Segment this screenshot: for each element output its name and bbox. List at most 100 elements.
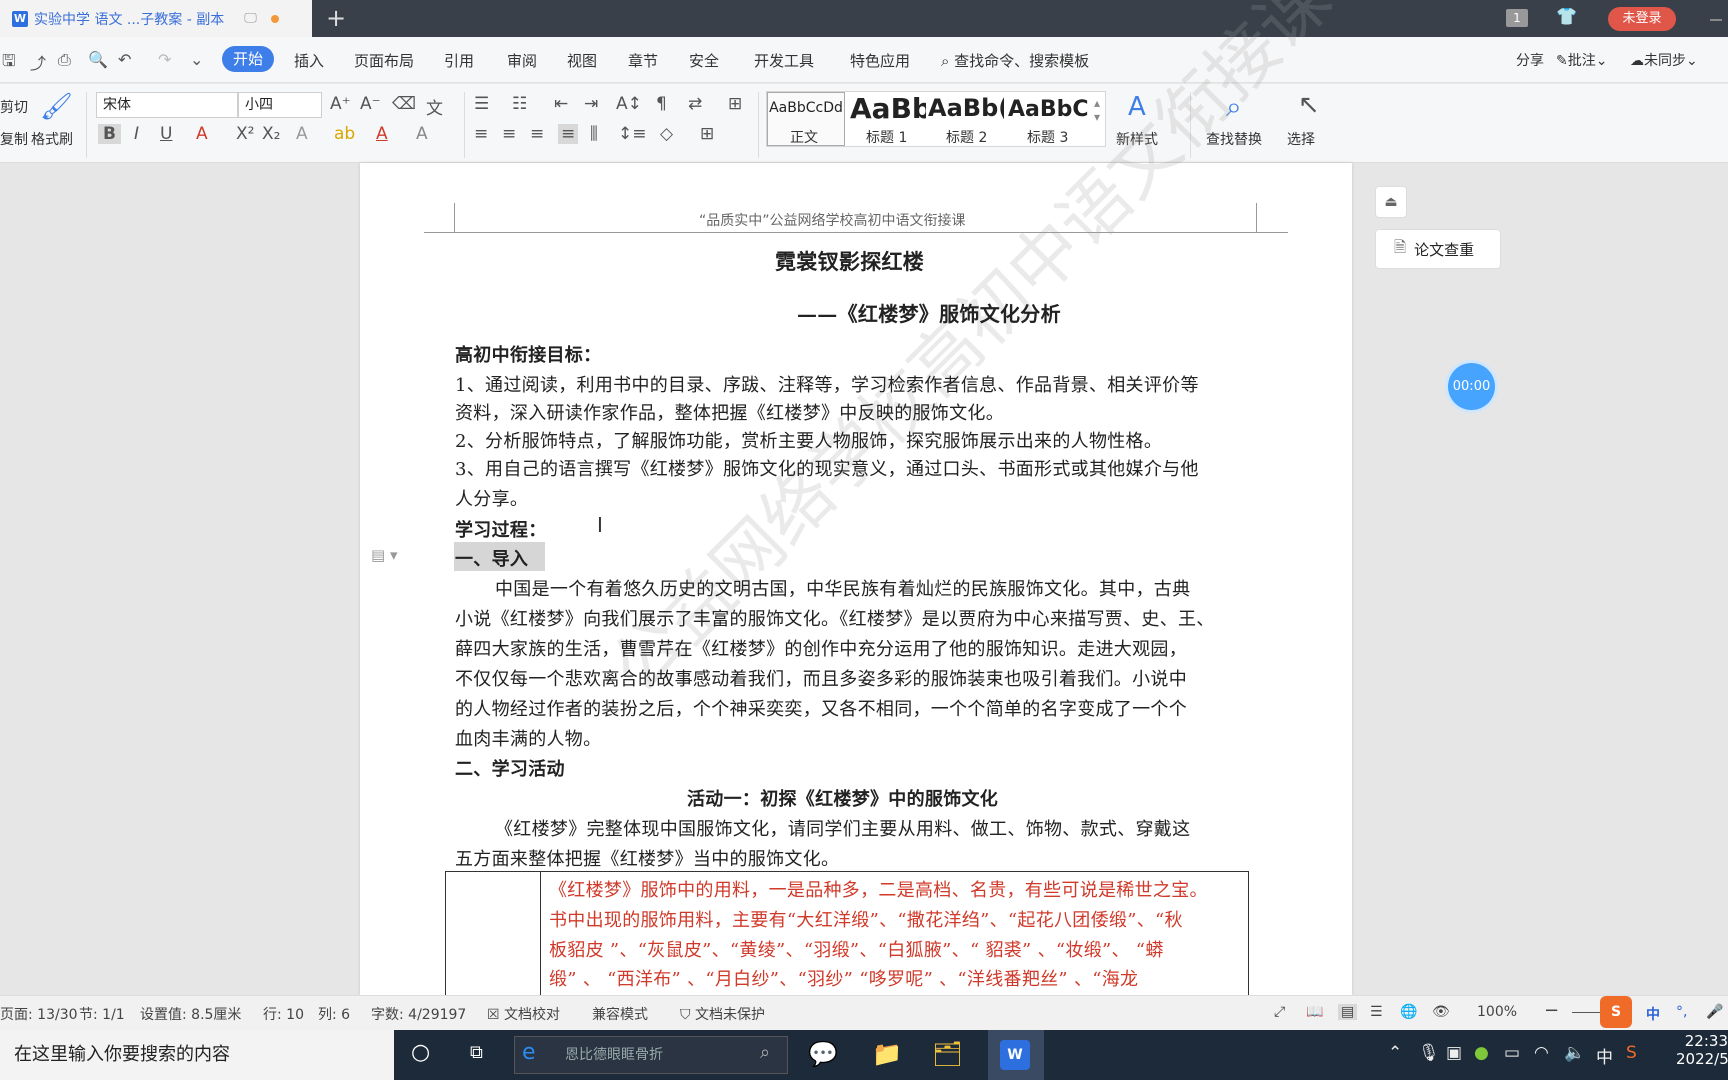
text-effect-icon[interactable]: A [296,124,308,144]
style-h3-preview[interactable]: AaBbC( [1008,97,1090,122]
paper-check-button[interactable]: 🗎 论文查重 [1375,229,1501,269]
font-family-select[interactable]: 宋体 [96,92,238,118]
style-normal-preview[interactable]: AaBbCcDd [768,100,844,116]
command-search[interactable]: ⌕ 查找命令、搜索模板 [941,50,1089,71]
select-label[interactable]: 选择 [1287,129,1315,149]
zoom-slider[interactable] [1572,1012,1602,1013]
tray-expand-icon[interactable]: ⌃ [1388,1043,1402,1063]
style-h3-label[interactable]: 标题 3 [1027,127,1068,147]
export-icon[interactable]: ⤴ [30,50,46,74]
show-marks-icon[interactable]: ¶ [656,94,667,114]
web-view-icon[interactable]: 🌐 [1400,1004,1417,1020]
wifi-icon[interactable]: ◠ [1534,1043,1549,1063]
menu-special[interactable]: 特色应用 [850,50,910,71]
print-preview-icon[interactable]: 🔍 [88,50,108,69]
more-quick-access-icon[interactable]: ⌄ [190,50,203,69]
volume-icon[interactable]: 🔈 [1564,1043,1585,1063]
task-view-icon[interactable]: ⧉ [470,1042,483,1063]
select-cursor-icon[interactable]: ↖ [1298,90,1320,120]
italic-icon[interactable]: I [134,124,139,144]
collapse-panel-button[interactable]: ⏏ [1375,186,1407,218]
font-size-select[interactable]: 小四 [238,92,322,118]
ime-punct-icon[interactable]: °, [1676,1004,1687,1020]
cut-button[interactable]: 剪切 [0,97,28,117]
copy-button[interactable]: 复制 [0,129,28,149]
align-left-icon[interactable]: ≡ [474,124,488,144]
ime-mic-icon[interactable]: 🎤 [1706,1004,1723,1020]
minimize-button[interactable] [1710,19,1722,21]
protect-status[interactable]: ⛉ 文档未保护 [680,1004,765,1024]
shading-icon[interactable]: ◇ [660,124,673,144]
sogou-tray-icon[interactable]: S [1626,1043,1637,1063]
style-h1-preview[interactable]: AaBb [850,92,926,125]
undo-icon[interactable]: ↶ [118,50,131,69]
monitor-icon[interactable]: 🖵 [244,11,257,26]
menu-page-layout[interactable]: 页面布局 [354,50,414,71]
clock[interactable]: 22:33 2022/5 [1676,1032,1728,1068]
menu-chapter[interactable]: 章节 [628,50,658,71]
reading-view-icon[interactable]: 📖 [1306,1004,1323,1020]
style-normal-label[interactable]: 正文 [790,127,818,147]
superscript-icon[interactable]: X² [236,124,254,144]
mic-icon[interactable]: 🎙 [1418,1043,1440,1063]
line-spacing-icon[interactable]: ⇄ [688,94,702,114]
style-h1-label[interactable]: 标题 1 [866,127,907,147]
comment-button[interactable]: ✎批注⌄ [1556,50,1607,70]
status-setting[interactable]: 设置值: 8.5厘米 [140,1004,241,1024]
strikethrough-icon[interactable]: A [196,124,208,144]
paragraph-menu-icon[interactable]: ▤ ▾ [371,546,397,564]
search-icon[interactable]: ⌕ [760,1042,770,1063]
window-count-badge[interactable]: 1 [1506,9,1528,27]
menu-insert[interactable]: 插入 [294,50,324,71]
increase-indent-icon[interactable]: ⇥ [584,94,598,114]
eye-protect-icon[interactable]: 👁 [1432,1004,1450,1020]
clear-format-icon[interactable]: ⌫ [392,94,416,114]
shrink-font-icon[interactable]: A⁻ [360,94,381,114]
menu-view[interactable]: 视图 [567,50,597,71]
login-button[interactable]: 未登录 [1608,7,1676,31]
pinyin-icon[interactable]: 文 [426,94,443,119]
text-direction-icon[interactable]: A↕ [616,94,642,114]
status-row[interactable]: 行: 10 [263,1004,304,1024]
style-h2-preview[interactable]: AaBb( [928,94,1004,122]
windows-search-box[interactable]: 在这里输入你要搜索的内容 [0,1030,394,1080]
font-color-icon[interactable]: A [376,124,388,144]
zoom-level[interactable]: 100% [1477,1004,1517,1020]
status-section[interactable]: 节: 1/1 [79,1004,125,1024]
bullet-list-icon[interactable]: ☰ [474,94,489,114]
tray-app-icon[interactable]: ● [1474,1043,1489,1063]
align-right-icon[interactable]: ≡ [530,124,544,144]
justify-icon[interactable]: ≡ [558,124,579,144]
paragraph-spacing-icon[interactable]: ↕≡ [618,124,647,144]
save-icon[interactable]: 🖫 [2,50,16,77]
compat-mode[interactable]: 兼容模式 [592,1004,648,1024]
menu-security[interactable]: 安全 [689,50,719,71]
format-painter-label[interactable]: 格式刷 [31,129,73,149]
align-center-icon[interactable]: ≡ [502,124,516,144]
borders-icon[interactable]: ⊞ [700,124,714,144]
skin-icon[interactable]: 👕 [1556,7,1577,27]
new-tab-button[interactable]: + [326,4,346,32]
fullscreen-icon[interactable]: ⤢ [1274,1004,1285,1020]
redo-icon[interactable]: ↷ [158,50,171,69]
wechat-icon[interactable]: 💬 [808,1040,838,1068]
underline-icon[interactable]: U [160,124,172,144]
format-painter-icon[interactable]: 🖌 [40,92,73,122]
browser-search-box[interactable]: 恩比德眼眶骨折 [514,1036,788,1074]
char-shading-icon[interactable]: A [416,124,428,144]
battery-icon[interactable]: ▭ [1504,1043,1520,1063]
ime-indicator-icon[interactable]: 中 [1596,1043,1613,1068]
subscript-icon[interactable]: X₂ [262,124,280,144]
style-scroll-icon[interactable]: ▴ ▾ [1094,96,1100,124]
tray-app-icon[interactable]: ▣ [1446,1043,1462,1063]
page-view-icon[interactable]: ▤ [1338,1004,1358,1020]
style-h2-label[interactable]: 标题 2 [946,127,987,147]
status-words[interactable]: 字数: 4/29197 [371,1004,466,1024]
zoom-out-icon[interactable]: − [1544,1000,1559,1021]
distributed-icon[interactable]: ⫼ [590,124,598,144]
document-tab[interactable]: W 实验中学 语文 ...子教案 - 副本 🖵 [0,0,312,37]
grow-font-icon[interactable]: A⁺ [330,94,351,114]
print-icon[interactable]: ⎙ [58,50,71,70]
file-explorer-icon[interactable]: 📁 [872,1040,902,1068]
menu-start[interactable]: 开始 [222,46,274,72]
